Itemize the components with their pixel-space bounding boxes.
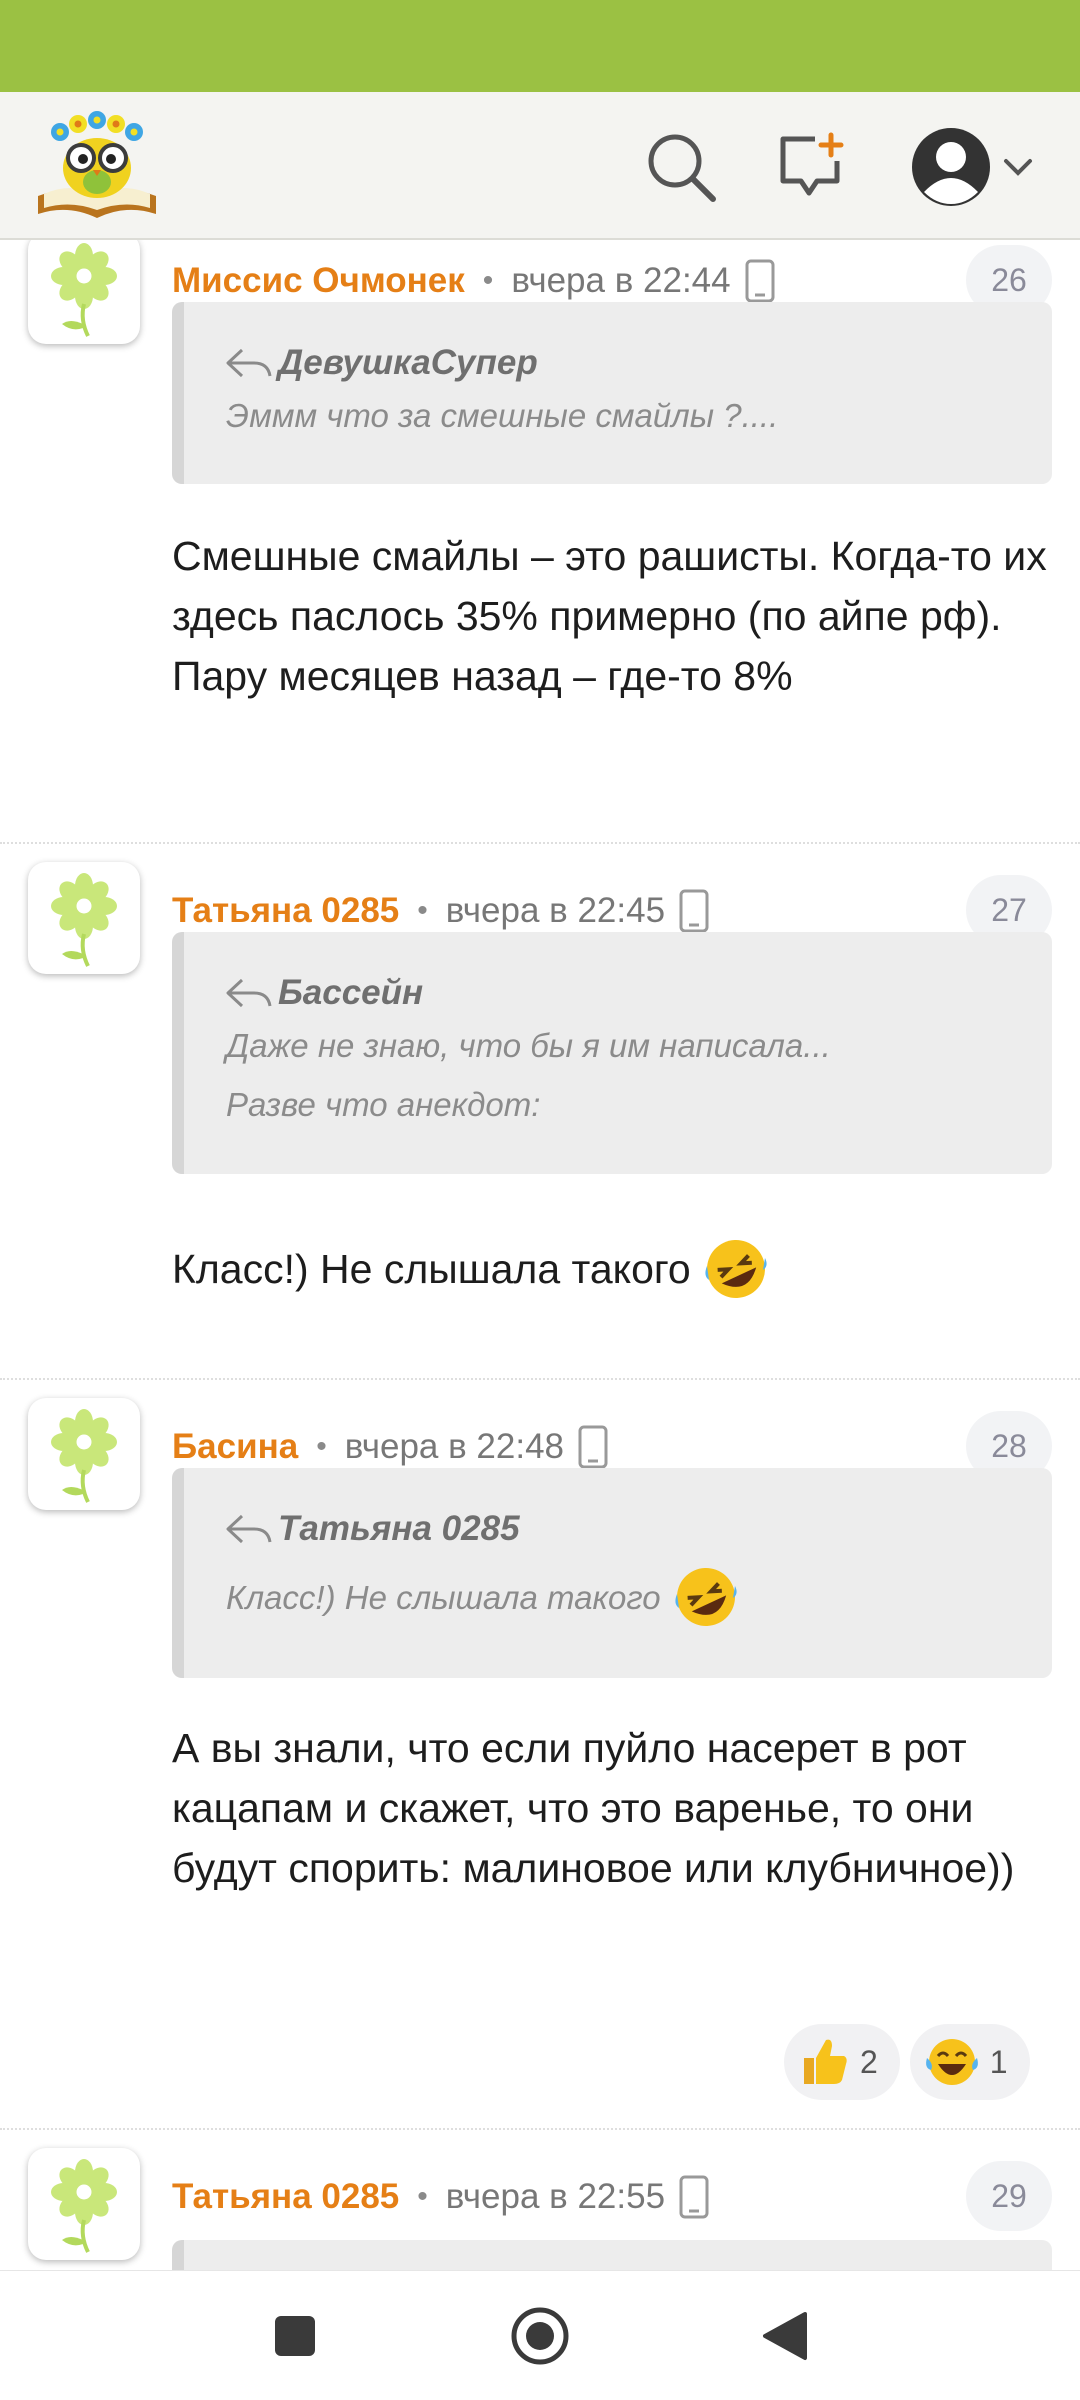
- comment-time: вчера в 22:48: [344, 1427, 565, 1466]
- user-avatar[interactable]: [28, 240, 140, 344]
- quote-author-row: Бассейн: [226, 970, 1052, 1016]
- comment-item: Татьяна 0285 • вчера в 22:45 27 Бассейн …: [0, 844, 1080, 1380]
- reaction-count: 2: [860, 2043, 878, 2080]
- quote-text: Даже не знаю, что бы я им написала...: [226, 1027, 831, 1064]
- comment-author[interactable]: Татьяна 0285: [172, 2177, 399, 2217]
- comment-number[interactable]: 29: [966, 2161, 1052, 2231]
- comment-text-row: Класс!) Не слышала такого: [172, 1236, 1062, 1302]
- owl-logo-icon: [38, 111, 156, 218]
- comment-text: Класс!) Не слышала такого: [172, 1246, 691, 1292]
- reply-arrow-icon: [226, 1514, 272, 1544]
- separator-dot: •: [417, 894, 428, 927]
- flower-avatar-icon: [51, 873, 117, 967]
- back-triangle-icon: [763, 2312, 807, 2360]
- quote-author-row: Татьяна 0285: [226, 1506, 1052, 1552]
- reaction-count: 1: [989, 2043, 1008, 2080]
- reply-arrow-icon: [226, 978, 272, 1008]
- reaction-thumbs-up[interactable]: 2: [784, 2024, 900, 2100]
- chevron-down-icon: [1004, 159, 1032, 176]
- comment-time: вчера в 22:55: [445, 2177, 666, 2216]
- flower-avatar-icon: [51, 1409, 117, 1503]
- user-avatar[interactable]: [28, 862, 140, 974]
- quote-author[interactable]: ДевушкаСупер: [278, 343, 538, 383]
- quote-text: Разве что анекдот:: [226, 1086, 541, 1123]
- reply-arrow-icon: [226, 348, 272, 378]
- comment-feed[interactable]: Миссис Очмонек • вчера в 22:44 26 Девушк…: [0, 240, 1080, 2270]
- home-button[interactable]: [505, 2301, 575, 2371]
- mobile-device-icon: [745, 259, 775, 303]
- comment-author[interactable]: Татьяна 0285: [172, 891, 399, 931]
- comment-item: Басина • вчера в 22:48 28 Татьяна 0285 К…: [0, 1380, 1080, 2130]
- comment-meta: Татьяна 0285 • вчера в 22:45: [172, 886, 709, 936]
- new-comment-button[interactable]: [766, 122, 856, 212]
- flower-avatar-icon: [51, 243, 117, 337]
- user-avatar[interactable]: [28, 2148, 140, 2260]
- system-nav-bar: [0, 2270, 1080, 2400]
- comment-author[interactable]: Басина: [172, 1427, 298, 1467]
- quote-block: ДевушкаСупер Эммм что за смешные смайлы …: [172, 302, 1052, 484]
- comment-meta: Миссис Очмонек • вчера в 22:44: [172, 256, 775, 306]
- comment-time: вчера в 22:45: [445, 891, 666, 930]
- user-avatar-icon: [912, 128, 990, 206]
- mobile-device-icon: [578, 1425, 608, 1469]
- comment-item: Татьяна 0285 • вчера в 22:55 29: [0, 2130, 1080, 2270]
- quote-text-row: Класс!) Не слышала такого: [226, 1564, 1052, 1630]
- mobile-device-icon: [679, 2175, 709, 2219]
- search-icon: [648, 134, 716, 202]
- comment-item: Миссис Очмонек • вчера в 22:44 26 Девушк…: [0, 240, 1080, 844]
- reactions-bar: 2 1: [784, 2024, 1030, 2100]
- reaction-laughing[interactable]: 1: [909, 2024, 1030, 2100]
- separator-dot: •: [417, 2180, 428, 2213]
- flower-avatar-icon: [51, 2159, 117, 2253]
- site-logo[interactable]: [34, 110, 160, 222]
- recent-apps-button[interactable]: [260, 2301, 330, 2371]
- comment-author[interactable]: Миссис Очмонек: [172, 261, 465, 301]
- mobile-device-icon: [679, 889, 709, 933]
- comment-text: Смешные смайлы – это рашисты. Когда-то и…: [172, 533, 1047, 699]
- status-bar: [0, 0, 1080, 92]
- quote-block: Бассейн Даже не знаю, что бы я им написа…: [172, 932, 1052, 1174]
- separator-dot: •: [316, 1430, 327, 1463]
- quote-author-row: ДевушкаСупер: [226, 340, 1052, 386]
- separator-dot: •: [482, 264, 494, 297]
- add-comment-icon: [780, 132, 844, 196]
- profile-menu-button[interactable]: [894, 122, 1054, 212]
- square-icon: [275, 2316, 315, 2356]
- comment-meta: Татьяна 0285 • вчера в 22:55: [172, 2172, 709, 2222]
- quote-block: [172, 2240, 1052, 2270]
- quote-author[interactable]: Татьяна 0285: [278, 1509, 520, 1549]
- home-circle-icon: [511, 2307, 569, 2365]
- app-header: [0, 92, 1080, 240]
- rofl-emoji-icon: [673, 1564, 739, 1630]
- rofl-emoji-icon: [703, 1236, 769, 1302]
- laughing-tears-icon: [925, 2039, 978, 2085]
- search-button[interactable]: [636, 122, 726, 212]
- comment-text: А вы знали, что если пуйло насерет в рот…: [172, 1725, 1015, 1891]
- thumbs-up-icon: [804, 2039, 847, 2084]
- back-button[interactable]: [750, 2301, 820, 2371]
- user-avatar[interactable]: [28, 1398, 140, 1510]
- comment-meta: Басина • вчера в 22:48: [172, 1422, 608, 1472]
- quote-author[interactable]: Бассейн: [278, 973, 423, 1013]
- quote-text: Эммм что за смешные смайлы ?....: [226, 397, 779, 434]
- quote-block: Татьяна 0285 Класс!) Не слышала такого: [172, 1468, 1052, 1678]
- comment-time: вчера в 22:44: [511, 261, 731, 300]
- quote-text: Класс!) Не слышала такого: [226, 1578, 661, 1616]
